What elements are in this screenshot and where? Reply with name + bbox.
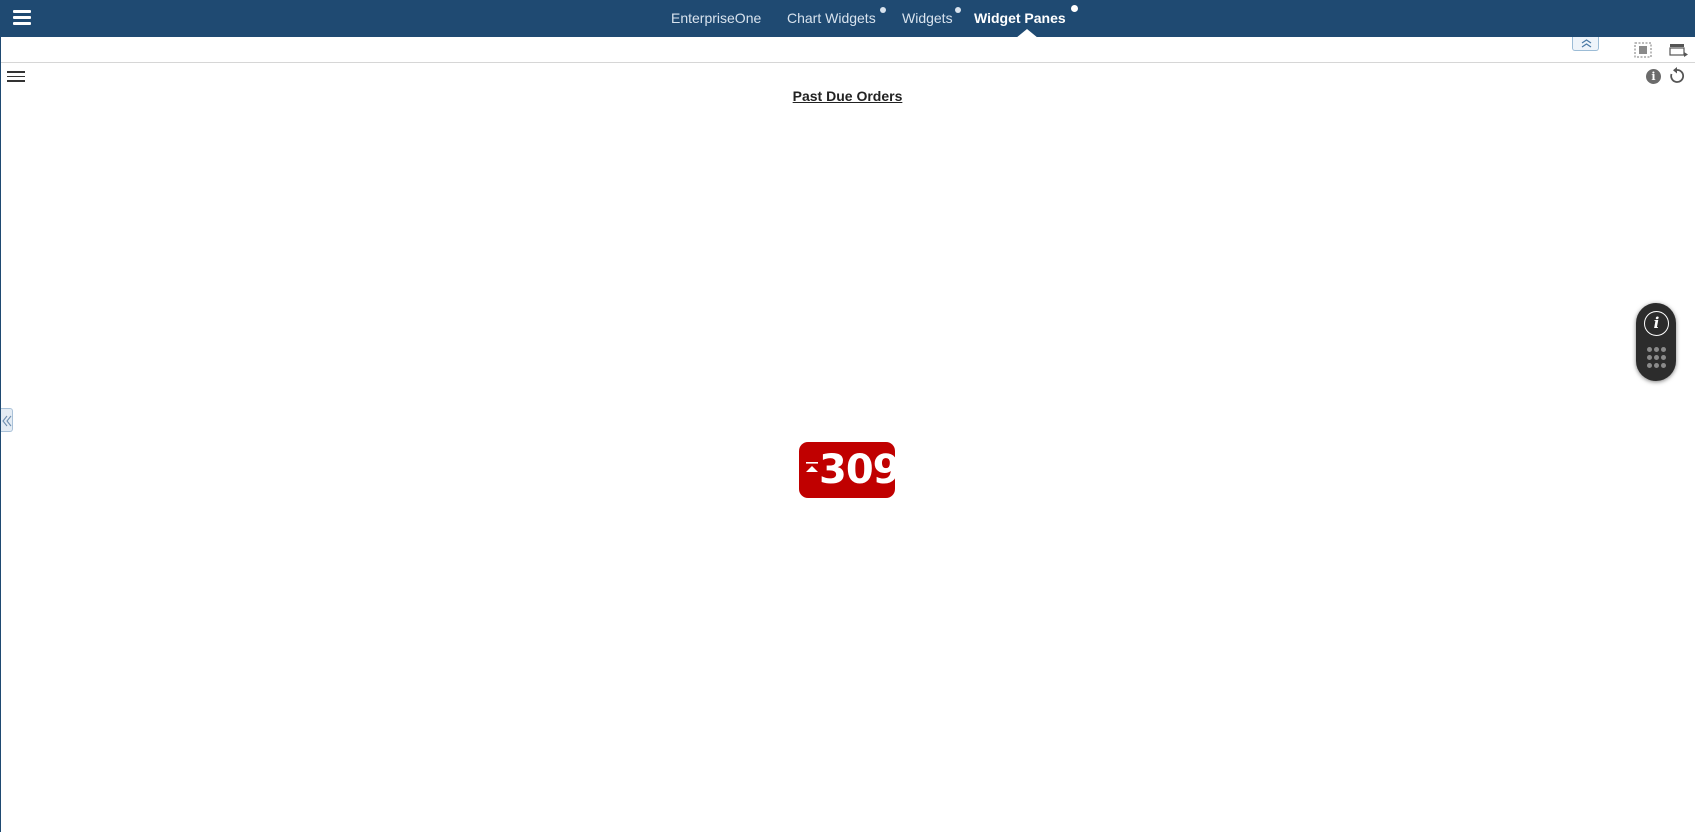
- tab-enterpriseone[interactable]: EnterpriseOne: [671, 10, 761, 26]
- fullscreen-icon[interactable]: [1634, 42, 1652, 58]
- tab-chart-widgets-dot: [880, 7, 886, 13]
- tab-widget-panes-dot: [1071, 5, 1078, 12]
- collapse-up-icon[interactable]: [1572, 37, 1599, 51]
- floating-action-panel: i: [1636, 303, 1676, 381]
- kpi-value: 309: [819, 447, 900, 493]
- tab-widgets[interactable]: Widgets: [902, 10, 953, 26]
- tab-widgets-dot: [955, 7, 961, 13]
- nav-tabs: EnterpriseOne Chart Widgets Widgets Widg…: [0, 0, 1695, 37]
- side-panel-handle[interactable]: [1, 408, 13, 432]
- layout-options-icon[interactable]: [1669, 42, 1688, 58]
- left-border: [0, 37, 1, 832]
- info-icon[interactable]: i: [1646, 69, 1661, 84]
- refresh-icon[interactable]: [1668, 67, 1686, 85]
- tab-chart-widgets[interactable]: Chart Widgets: [787, 10, 876, 26]
- tab-widget-panes[interactable]: Widget Panes: [974, 10, 1066, 26]
- secondary-toolbar: [1, 37, 1695, 63]
- kpi-badge[interactable]: 309: [799, 442, 900, 498]
- info-icon[interactable]: i: [1644, 311, 1669, 336]
- grid-dots-icon[interactable]: [1647, 347, 1667, 369]
- double-chevron-left-icon: [2, 415, 12, 427]
- top-navigation-bar: EnterpriseOne Chart Widgets Widgets Widg…: [0, 0, 1695, 38]
- trend-up-icon: [806, 462, 818, 472]
- pane-menu-icon[interactable]: [7, 71, 25, 84]
- pane-title[interactable]: Past Due Orders: [0, 88, 1695, 104]
